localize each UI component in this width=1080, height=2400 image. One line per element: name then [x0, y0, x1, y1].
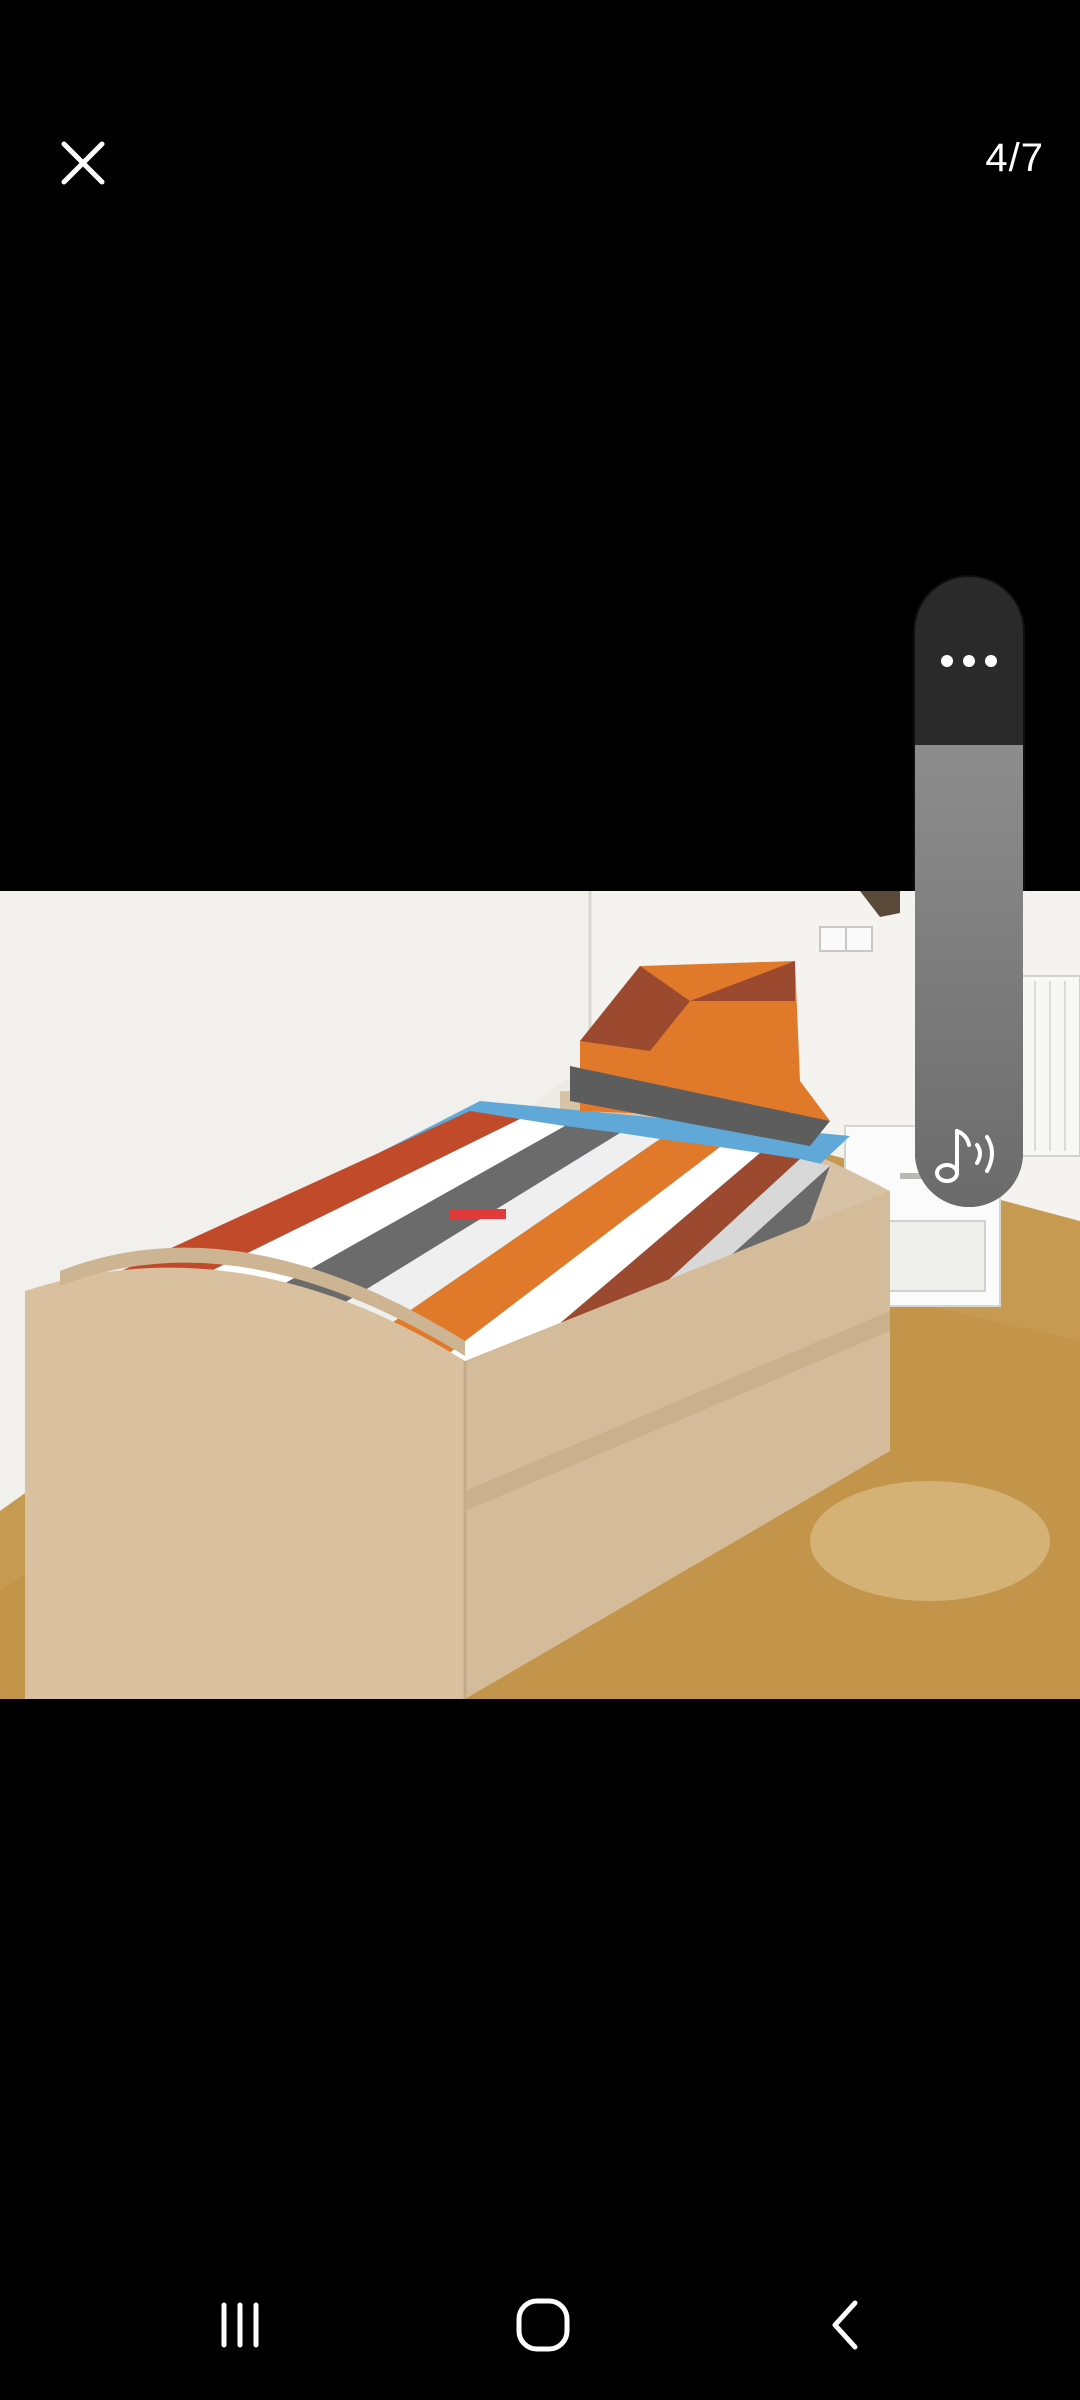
image-counter: 4/7: [985, 136, 1044, 180]
back-button[interactable]: [785, 2270, 905, 2380]
close-button[interactable]: [40, 120, 126, 206]
close-icon: [61, 141, 105, 185]
recent-apps-button[interactable]: [180, 2270, 300, 2380]
back-icon: [832, 2300, 858, 2350]
navigation-bar: [0, 2250, 1080, 2400]
volume-panel: [915, 577, 1023, 1207]
music-note-volume-icon: [935, 1129, 994, 1183]
home-icon: [516, 2298, 570, 2352]
more-horizontal-icon: [941, 655, 997, 667]
volume-slider[interactable]: [915, 745, 1023, 1207]
volume-more-button[interactable]: [915, 577, 1023, 745]
home-button[interactable]: [483, 2270, 603, 2380]
recent-apps-icon: [221, 2302, 259, 2348]
